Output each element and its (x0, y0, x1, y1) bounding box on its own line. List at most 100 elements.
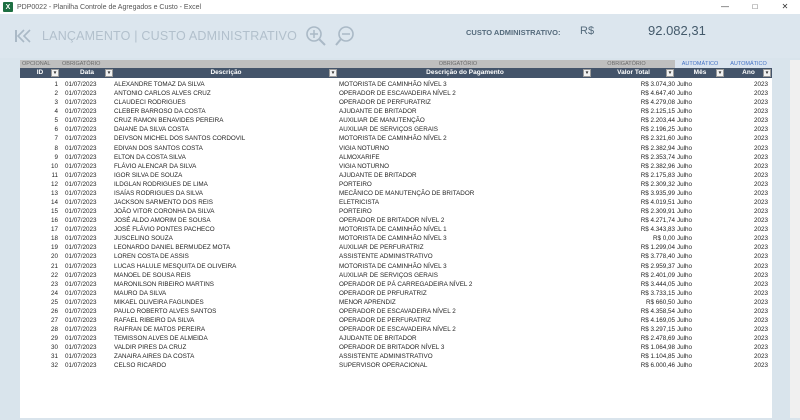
cell-valor-total[interactable]: R$ 2.125,15 (577, 107, 675, 116)
cell-descricao[interactable]: ELTON DA COSTA SILVA (114, 153, 338, 162)
cell-descricao[interactable]: FLÁVIO ALENCAR DA SILVA (114, 162, 338, 171)
cell-ano[interactable]: 2023 (720, 171, 768, 180)
table-row[interactable]: 20 01/07/2023 LOREN COSTA DE ASSIS ASSISTEN… (20, 252, 772, 261)
cell-descricao[interactable]: DAIANE DA SILVA COSTA (114, 125, 338, 134)
table-row[interactable]: 29 01/07/2023 TEMISSON ALVES DE ALMEIDA AJU… (20, 334, 772, 343)
cell-data[interactable]: 01/07/2023 (65, 198, 120, 207)
cell-ano[interactable]: 2023 (720, 189, 768, 198)
cell-ano[interactable]: 2023 (720, 216, 768, 225)
table-row[interactable]: 19 01/07/2023 LEONARDO DANIEL BERMUDEZ MOT… (20, 243, 772, 252)
table-row[interactable]: 24 01/07/2023 MAURO DA SILVA OPERADOR DE PR… (20, 289, 772, 298)
cell-valor-total[interactable]: R$ 3.444,05 (577, 280, 675, 289)
cell-data[interactable]: 01/07/2023 (65, 116, 120, 125)
minimize-button[interactable]: — (710, 0, 740, 14)
cell-descricao[interactable]: CRUZ RAMON BENAVIDES PEREIRA (114, 116, 338, 125)
cell-mes[interactable]: Julho (677, 225, 713, 234)
cell-descricao-pagamento[interactable]: ASSISTENTE ADMINISTRATIVO (339, 352, 577, 361)
cell-descricao[interactable]: JOSÉ ALDO AMORIM DE SOUSA (114, 216, 338, 225)
cell-id[interactable]: 25 (20, 298, 60, 307)
table-row[interactable]: 31 01/07/2023 ZANAIRA AIRES DA COSTA ASSIST… (20, 352, 772, 361)
cell-descricao-pagamento[interactable]: AUXILIAR DE SERVIÇOS GERAIS (339, 125, 577, 134)
cell-id[interactable]: 12 (20, 180, 60, 189)
cell-descricao-pagamento[interactable]: VIGIA NOTURNO (339, 144, 577, 153)
cell-descricao[interactable]: RAFAEL RIBEIRO DA SILVA (114, 316, 338, 325)
cell-valor-total[interactable]: R$ 2.959,37 (577, 262, 675, 271)
cell-descricao-pagamento[interactable]: OPERADOR DE PÁ CARREGADEIRA NÍVEL 2 (339, 280, 577, 289)
cell-id[interactable]: 4 (20, 107, 60, 116)
filter-dropdown-icon[interactable]: ▾ (716, 69, 724, 77)
cell-data[interactable]: 01/07/2023 (65, 234, 120, 243)
cell-descricao[interactable]: LEONARDO DANIEL BERMUDEZ MOTA (114, 243, 338, 252)
cell-descricao-pagamento[interactable]: MOTORISTA DE CAMINHÃO NÍVEL 3 (339, 234, 577, 243)
cell-descricao-pagamento[interactable]: PORTEIRO (339, 207, 577, 216)
zoom-in-icon[interactable] (305, 25, 327, 47)
cell-descricao[interactable]: ILDGLAN RODRIGUES DE LIMA (114, 180, 338, 189)
cell-id[interactable]: 2 (20, 89, 60, 98)
cell-descricao-pagamento[interactable]: MOTORISTA DE CAMINHÃO NÍVEL 3 (339, 262, 577, 271)
cell-ano[interactable]: 2023 (720, 343, 768, 352)
cell-descricao[interactable]: JUSCELINO SOUZA (114, 234, 338, 243)
cell-data[interactable]: 01/07/2023 (65, 134, 120, 143)
maximize-button[interactable]: □ (740, 0, 770, 14)
table-row[interactable]: 5 01/07/2023 CRUZ RAMON BENAVIDES PEREIRA A… (20, 116, 772, 125)
cell-ano[interactable]: 2023 (720, 107, 768, 116)
cell-ano[interactable]: 2023 (720, 325, 768, 334)
cell-valor-total[interactable]: R$ 4.019,51 (577, 198, 675, 207)
cell-ano[interactable]: 2023 (720, 262, 768, 271)
table-row[interactable]: 32 01/07/2023 CELSO RICARDO SUPERVISOR OPER… (20, 361, 772, 370)
filter-dropdown-icon[interactable]: ▾ (329, 69, 337, 77)
cell-mes[interactable]: Julho (677, 116, 713, 125)
cell-ano[interactable]: 2023 (720, 98, 768, 107)
table-row[interactable]: 4 01/07/2023 CLEBER BARROSO DA COSTA AJUDAN… (20, 107, 772, 116)
cell-ano[interactable]: 2023 (720, 316, 768, 325)
table-row[interactable]: 3 01/07/2023 CLAUDECI RODRIGUES OPERADOR DE… (20, 98, 772, 107)
cell-valor-total[interactable]: R$ 3.935,99 (577, 189, 675, 198)
cell-valor-total[interactable]: R$ 4.358,54 (577, 307, 675, 316)
cell-ano[interactable]: 2023 (720, 144, 768, 153)
cell-mes[interactable]: Julho (677, 171, 713, 180)
cell-descricao-pagamento[interactable]: SUPERVISOR OPERACIONAL (339, 361, 577, 370)
cell-valor-total[interactable]: R$ 4.279,08 (577, 98, 675, 107)
cell-data[interactable]: 01/07/2023 (65, 352, 120, 361)
cell-ano[interactable]: 2023 (720, 225, 768, 234)
cell-mes[interactable]: Julho (677, 325, 713, 334)
cell-data[interactable]: 01/07/2023 (65, 325, 120, 334)
cell-id[interactable]: 9 (20, 153, 60, 162)
cell-descricao-pagamento[interactable]: OPERADOR DE BRITADOR NÍVEL 2 (339, 216, 577, 225)
cell-descricao-pagamento[interactable]: AJUDANTE DE BRITADOR (339, 171, 577, 180)
cell-id[interactable]: 7 (20, 134, 60, 143)
cell-data[interactable]: 01/07/2023 (65, 171, 120, 180)
cell-id[interactable]: 24 (20, 289, 60, 298)
cell-descricao-pagamento[interactable]: MOTORISTA DE CAMINHÃO NÍVEL 1 (339, 225, 577, 234)
cell-mes[interactable]: Julho (677, 316, 713, 325)
cell-mes[interactable]: Julho (677, 216, 713, 225)
cell-mes[interactable]: Julho (677, 252, 713, 261)
cell-descricao-pagamento[interactable]: ALMOXARIFE (339, 153, 577, 162)
cell-id[interactable]: 17 (20, 225, 60, 234)
cell-id[interactable]: 14 (20, 198, 60, 207)
cell-id[interactable]: 18 (20, 234, 60, 243)
cell-valor-total[interactable]: R$ 2.321,60 (577, 134, 675, 143)
cell-mes[interactable]: Julho (677, 89, 713, 98)
table-row[interactable]: 22 01/07/2023 MANOEL DE SOUSA REIS AUXILIAR… (20, 271, 772, 280)
cell-mes[interactable]: Julho (677, 144, 713, 153)
cell-descricao[interactable]: CLAUDECI RODRIGUES (114, 98, 338, 107)
cell-valor-total[interactable]: R$ 660,50 (577, 298, 675, 307)
cell-data[interactable]: 01/07/2023 (65, 316, 120, 325)
cell-data[interactable]: 01/07/2023 (65, 180, 120, 189)
cell-data[interactable]: 01/07/2023 (65, 162, 120, 171)
column-header-id[interactable]: ID ▾ (20, 68, 60, 78)
table-row[interactable]: 2 01/07/2023 ANTONIO CARLOS ALVES CRUZ OPER… (20, 89, 772, 98)
table-row[interactable]: 15 01/07/2023 JOÃO VITOR CORONHA DA SILVA P… (20, 207, 772, 216)
cell-mes[interactable]: Julho (677, 153, 713, 162)
table-row[interactable]: 27 01/07/2023 RAFAEL RIBEIRO DA SILVA OPERA… (20, 316, 772, 325)
cell-descricao-pagamento[interactable]: AUXILIAR DE MANUTENÇÃO (339, 116, 577, 125)
cell-valor-total[interactable]: R$ 1.064,98 (577, 343, 675, 352)
cell-id[interactable]: 13 (20, 189, 60, 198)
table-row[interactable]: 21 01/07/2023 LUCAS HALULE MESQUITA DE OLI… (20, 262, 772, 271)
cell-data[interactable]: 01/07/2023 (65, 89, 120, 98)
cell-id[interactable]: 22 (20, 271, 60, 280)
cell-descricao[interactable]: MAURO DA SILVA (114, 289, 338, 298)
cell-id[interactable]: 28 (20, 325, 60, 334)
column-header-descricao[interactable]: Descrição ▾ (114, 68, 338, 78)
